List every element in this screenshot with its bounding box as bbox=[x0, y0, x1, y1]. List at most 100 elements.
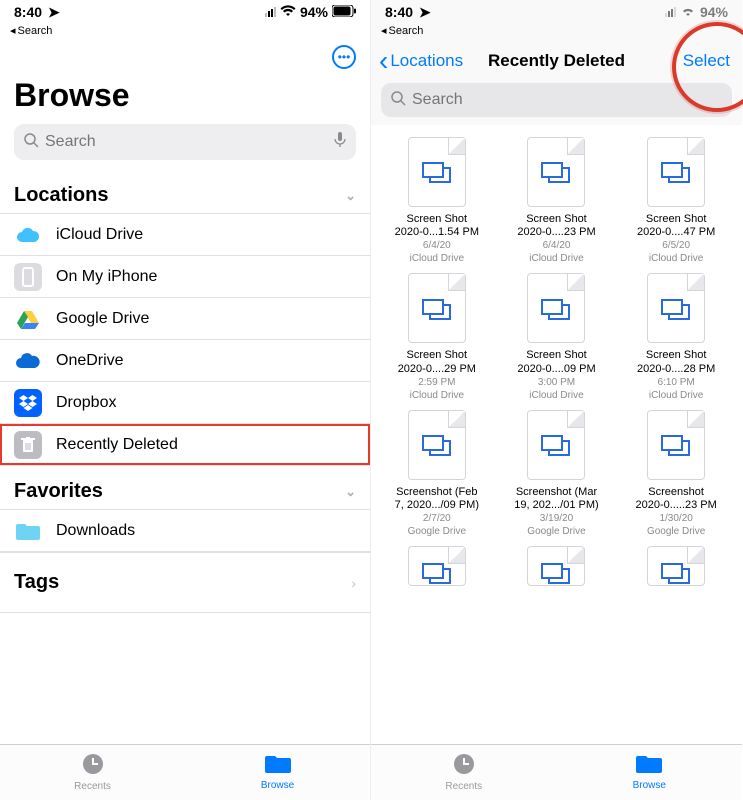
location-item-google-drive[interactable]: Google Drive bbox=[0, 298, 370, 340]
tab-recents[interactable]: Recents bbox=[0, 745, 185, 800]
chevron-right-icon: › bbox=[351, 575, 356, 591]
file-icon bbox=[527, 546, 585, 586]
file-icon bbox=[408, 546, 466, 586]
location-item-icloud[interactable]: iCloud Drive bbox=[0, 214, 370, 256]
favorites-list: Downloads bbox=[0, 509, 370, 552]
screen-browse: 8:40 ➤ 94% Search ••• Browse bbox=[0, 0, 371, 800]
file-name: Screen Shot2020-0...1.54 PM bbox=[395, 213, 479, 239]
phone-icon bbox=[14, 263, 42, 291]
search-input[interactable] bbox=[412, 91, 722, 109]
search-bar[interactable] bbox=[381, 83, 732, 117]
file-name: Screenshot (Mar19, 202.../01 PM) bbox=[514, 486, 598, 512]
nav-header: Locations Recently Deleted Select bbox=[371, 39, 742, 83]
file-grid: Screen Shot2020-0...1.54 PM 6/4/20 iClou… bbox=[371, 125, 742, 744]
file-location: iCloud Drive bbox=[529, 253, 583, 265]
folder-icon bbox=[636, 754, 662, 778]
file-location: iCloud Drive bbox=[410, 390, 464, 402]
chevron-down-icon: ⌄ bbox=[345, 188, 356, 204]
status-time: 8:40 bbox=[14, 4, 42, 20]
page-title: Browse bbox=[0, 69, 370, 124]
file-date: 6/4/20 bbox=[423, 240, 451, 252]
tab-bar: Recents Browse bbox=[0, 744, 370, 800]
folder-icon bbox=[14, 517, 42, 545]
file-location: iCloud Drive bbox=[649, 253, 703, 265]
screen-recently-deleted: 8:40 ➤ 94% Search Locations Recently Del… bbox=[371, 0, 742, 800]
battery-percent: 94% bbox=[700, 4, 728, 20]
location-item-recently-deleted[interactable]: Recently Deleted bbox=[0, 424, 370, 466]
search-bar[interactable] bbox=[14, 124, 356, 160]
location-item-onedrive[interactable]: OneDrive bbox=[0, 340, 370, 382]
file-date: 6:10 PM bbox=[658, 377, 695, 389]
file-item[interactable] bbox=[621, 546, 731, 592]
file-item[interactable]: Screenshot2020-0.....23 PM 1/30/20 Googl… bbox=[621, 410, 731, 538]
file-item[interactable]: Screenshot (Feb7, 2020.../09 PM) 2/7/20 … bbox=[382, 410, 492, 538]
file-icon bbox=[408, 273, 466, 343]
file-icon bbox=[647, 137, 705, 207]
file-date: 2:59 PM bbox=[418, 377, 455, 389]
file-name: Screen Shot2020-0....29 PM bbox=[398, 349, 476, 375]
file-date: 2/7/20 bbox=[423, 513, 451, 525]
tab-browse[interactable]: Browse bbox=[185, 745, 370, 800]
cell-signal-icon bbox=[265, 7, 276, 17]
battery-percent: 94% bbox=[300, 4, 328, 20]
location-arrow-icon: ➤ bbox=[48, 4, 60, 21]
more-options-icon[interactable]: ••• bbox=[332, 45, 356, 69]
file-item[interactable]: Screen Shot2020-0...1.54 PM 6/4/20 iClou… bbox=[382, 137, 492, 265]
mic-icon[interactable] bbox=[334, 132, 346, 152]
file-item[interactable]: Screen Shot2020-0....28 PM 6:10 PM iClou… bbox=[621, 273, 731, 401]
file-name: Screen Shot2020-0....47 PM bbox=[637, 213, 715, 239]
location-item-dropbox[interactable]: Dropbox bbox=[0, 382, 370, 424]
cell-signal-icon bbox=[665, 7, 676, 17]
file-date: 3/19/20 bbox=[540, 513, 573, 525]
tab-recents[interactable]: Recents bbox=[371, 745, 557, 800]
file-name: Screen Shot2020-0....09 PM bbox=[517, 349, 595, 375]
search-icon bbox=[391, 91, 406, 110]
locations-header[interactable]: Locations ⌄ bbox=[0, 170, 370, 213]
file-location: Google Drive bbox=[527, 526, 585, 538]
tags-header[interactable]: Tags › bbox=[0, 552, 370, 613]
cloud-icon bbox=[14, 221, 42, 249]
file-item[interactable] bbox=[501, 546, 611, 592]
location-arrow-icon: ➤ bbox=[419, 4, 431, 21]
file-date: 3:00 PM bbox=[538, 377, 575, 389]
file-item[interactable]: Screen Shot2020-0....23 PM 6/4/20 iCloud… bbox=[501, 137, 611, 265]
file-icon bbox=[647, 273, 705, 343]
file-icon bbox=[647, 546, 705, 586]
file-name: Screen Shot2020-0....23 PM bbox=[517, 213, 595, 239]
battery-icon bbox=[332, 4, 356, 20]
status-bar: 8:40 ➤ 94% bbox=[371, 0, 742, 24]
file-date: 1/30/20 bbox=[659, 513, 692, 525]
file-name: Screen Shot2020-0....28 PM bbox=[637, 349, 715, 375]
file-icon bbox=[527, 137, 585, 207]
search-input[interactable] bbox=[45, 133, 334, 151]
back-button[interactable]: Locations bbox=[379, 51, 463, 71]
favorite-item-downloads[interactable]: Downloads bbox=[0, 510, 370, 552]
clock-icon bbox=[82, 753, 104, 779]
file-icon bbox=[408, 137, 466, 207]
clock-icon bbox=[453, 753, 475, 779]
file-item[interactable]: Screen Shot2020-0....29 PM 2:59 PM iClou… bbox=[382, 273, 492, 401]
wifi-icon bbox=[680, 4, 696, 20]
tab-browse[interactable]: Browse bbox=[557, 745, 743, 800]
chevron-down-icon: ⌄ bbox=[345, 484, 356, 500]
search-icon bbox=[24, 133, 39, 152]
file-item[interactable] bbox=[382, 546, 492, 592]
location-item-on-my-iphone[interactable]: On My iPhone bbox=[0, 256, 370, 298]
file-item[interactable]: Screenshot (Mar19, 202.../01 PM) 3/19/20… bbox=[501, 410, 611, 538]
back-search-link[interactable]: Search bbox=[0, 24, 370, 39]
file-name: Screenshot2020-0.....23 PM bbox=[635, 486, 716, 512]
favorites-header[interactable]: Favorites ⌄ bbox=[0, 466, 370, 509]
file-date: 6/5/20 bbox=[662, 240, 690, 252]
locations-list: iCloud Drive On My iPhone Google Drive O… bbox=[0, 213, 370, 466]
select-button[interactable]: Select bbox=[683, 51, 734, 71]
tab-bar: Recents Browse bbox=[371, 744, 742, 800]
folder-icon bbox=[265, 754, 291, 778]
back-search-link[interactable]: Search bbox=[371, 24, 742, 39]
file-item[interactable]: Screen Shot2020-0....47 PM 6/5/20 iCloud… bbox=[621, 137, 731, 265]
file-location: iCloud Drive bbox=[410, 253, 464, 265]
file-name: Screenshot (Feb7, 2020.../09 PM) bbox=[395, 486, 479, 512]
file-item[interactable]: Screen Shot2020-0....09 PM 3:00 PM iClou… bbox=[501, 273, 611, 401]
dropbox-icon bbox=[14, 389, 42, 417]
file-location: Google Drive bbox=[408, 526, 466, 538]
file-location: Google Drive bbox=[647, 526, 705, 538]
